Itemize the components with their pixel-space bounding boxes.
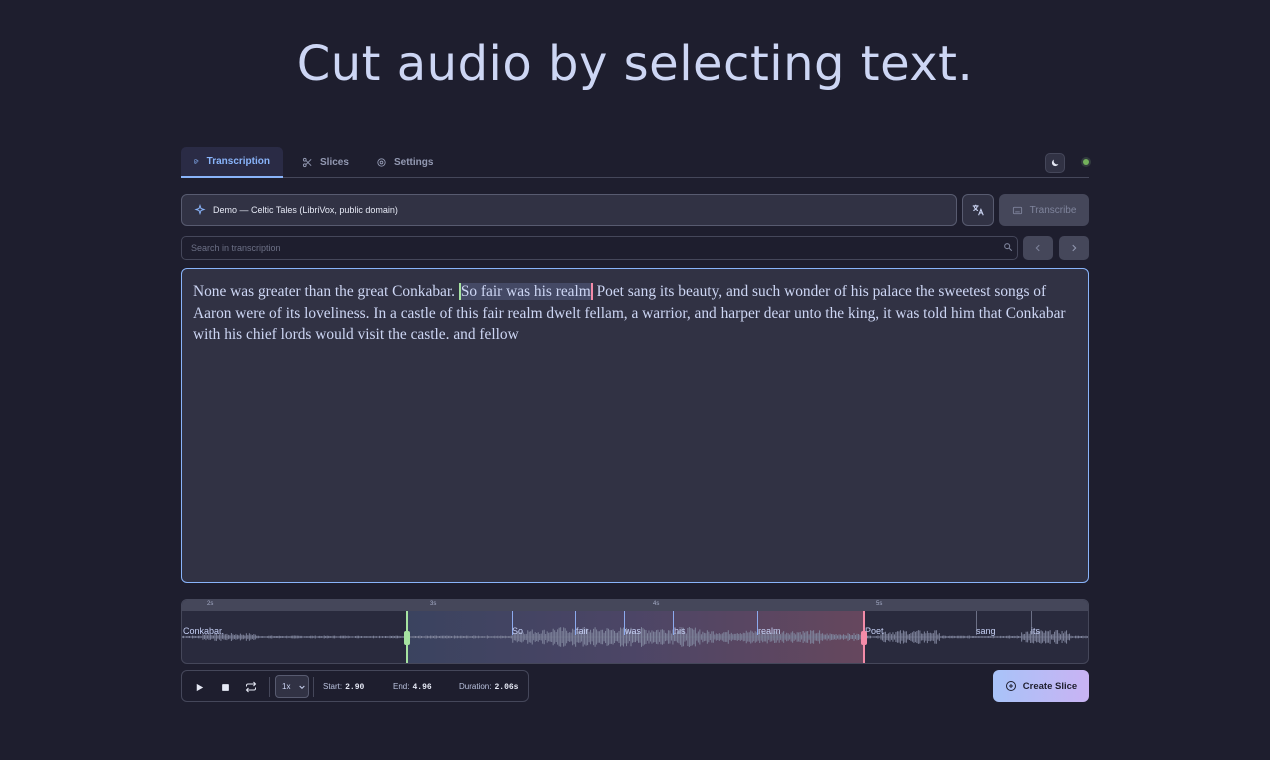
app-panel: Transcription Slices Settings Demo — Cel… [181,147,1091,702]
edit-icon [194,159,199,164]
page-title: Cut audio by selecting text. [296,36,974,92]
time-tick: 4s [653,601,660,607]
word-label: realm [758,626,781,636]
plus-circle-icon [1005,681,1016,691]
playback-controls: 1x Start: 2.90 End: 4.96 Duration: 2.06s [181,670,529,702]
theme-toggle-button[interactable] [1045,153,1065,173]
stop-icon [221,683,229,691]
speed-select[interactable]: 1x [275,675,309,698]
tab-bar: Transcription Slices Settings [181,147,1091,178]
duration-readout: Duration: 2.06s [459,682,519,692]
audio-file-icon [1012,206,1022,214]
translate-icon [972,204,984,216]
word-label: its [1031,626,1040,636]
divider [313,677,314,697]
chevron-down-icon [299,685,306,689]
word-label: was [625,626,642,636]
word-label: Conkabar, [183,626,225,636]
source-row: Demo — Celtic Tales (LibriVox, public do… [181,194,1089,226]
moon-icon [1051,159,1059,167]
time-tick: 3s [430,601,437,607]
tab-label: Settings [394,157,434,168]
create-slice-button[interactable]: Create Slice [993,670,1089,702]
search-row [181,236,1089,260]
source-select[interactable]: Demo — Celtic Tales (LibriVox, public do… [181,194,957,226]
chevron-right-icon [1072,244,1077,252]
selection-start-grip[interactable] [404,631,410,645]
start-time-readout: Start: 2.90 [323,682,365,692]
word-label: fair [576,626,589,636]
translate-button[interactable] [962,194,994,226]
time-tick: 5s [876,601,883,607]
transcript-text: None was greater than the great Conkabar… [193,283,459,300]
tab-settings[interactable]: Settings [363,147,446,178]
waveform-graph [182,627,1088,647]
gear-icon [377,158,386,167]
word-label: his [674,626,686,636]
source-select-value: Demo — Celtic Tales (LibriVox, public do… [213,205,398,215]
sparkles-icon [194,204,206,216]
tab-label: Transcription [206,156,270,167]
loop-button[interactable] [242,678,260,696]
transcribe-button[interactable]: Transcribe [999,194,1089,226]
time-ruler: 2s 3s 4s 5s [182,600,1088,611]
repeat-icon [245,681,257,693]
search-input[interactable] [181,236,1018,260]
speed-value: 1x [282,682,291,691]
tab-transcription[interactable]: Transcription [181,147,283,178]
stop-button[interactable] [216,678,234,696]
tab-label: Slices [320,157,349,168]
word-label: sang [976,626,996,636]
transcript-selection[interactable]: So fair was his realm [458,283,593,300]
previous-match-button[interactable] [1023,236,1053,260]
play-icon [196,683,203,691]
word-label: Poet [865,626,884,636]
end-time-readout: End: 4.96 [393,682,432,692]
transcript-editor[interactable]: None was greater than the great Conkabar… [181,268,1089,583]
selection-end-grip[interactable] [861,631,867,645]
tab-slices[interactable]: Slices [289,147,362,178]
play-button[interactable] [190,678,208,696]
create-slice-label: Create Slice [1022,680,1078,692]
end-time-value: 4.96 [412,683,432,692]
divider [269,677,270,697]
connection-status-dot [1081,157,1091,167]
search-icon [1004,243,1013,252]
time-tick: 2s [207,601,214,607]
waveform-timeline[interactable]: 2s 3s 4s 5s Conkabar, So fair was his re… [181,599,1089,664]
start-time-value: 2.90 [345,683,365,692]
transcribe-label: Transcribe [1029,204,1077,216]
chevron-left-icon [1035,244,1040,252]
duration-value: 2.06s [494,683,519,692]
word-label: So [512,626,524,636]
scissors-icon [302,157,312,168]
next-match-button[interactable] [1059,236,1089,260]
